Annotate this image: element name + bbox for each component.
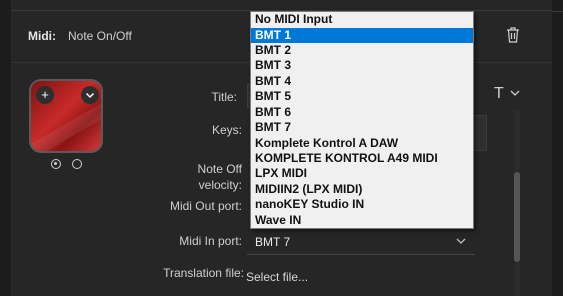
- dropdown-option[interactable]: BMT 2: [251, 43, 473, 58]
- keys-input[interactable]: [474, 115, 487, 151]
- page-radio-2[interactable]: [72, 159, 82, 169]
- midi-out-label: Midi Out port:: [169, 199, 242, 213]
- dropdown-option[interactable]: No MIDI Input: [251, 12, 473, 27]
- select-file-link[interactable]: Select file...: [246, 270, 308, 284]
- rail-divider: [552, 11, 563, 12]
- text-style-icon[interactable]: T: [494, 85, 504, 103]
- midi-label: Midi:: [28, 29, 56, 43]
- note-off-label-line1: Note Off: [197, 162, 242, 176]
- chevron-down-icon[interactable]: [510, 88, 520, 98]
- event-type-label: Note On/Off: [68, 29, 132, 43]
- translation-file-label: Translation file:: [163, 266, 244, 280]
- note-off-label-line2: velocity:: [198, 178, 242, 192]
- scrollbar-thumb[interactable]: [514, 172, 520, 262]
- chevron-down-icon: [85, 92, 95, 99]
- dropdown-option[interactable]: nanoKEY Studio IN: [251, 197, 473, 212]
- midi-in-select[interactable]: BMT 7: [247, 230, 475, 255]
- dropdown-option[interactable]: KOMPLETE KONTROL A49 MIDI: [251, 151, 473, 166]
- dropdown-option[interactable]: BMT 4: [251, 74, 473, 89]
- dropdown-option[interactable]: MIDIIN2 (LPX MIDI): [251, 182, 473, 197]
- button-icon-tile[interactable]: +: [29, 79, 103, 153]
- midi-input-dropdown-list[interactable]: No MIDI Input BMT 1 BMT 2 BMT 3 BMT 4 BM…: [250, 11, 474, 229]
- dropdown-option[interactable]: Komplete Kontrol A DAW: [251, 136, 473, 151]
- trash-icon[interactable]: [505, 26, 521, 44]
- dropdown-option-selected[interactable]: BMT 1: [251, 28, 473, 43]
- dropdown-option[interactable]: Wave IN: [251, 213, 473, 228]
- dropdown-option[interactable]: BMT 6: [251, 105, 473, 120]
- page-radio-1[interactable]: [51, 159, 61, 169]
- midi-in-label: Midi In port:: [179, 234, 242, 248]
- dropdown-option[interactable]: LPX MIDI: [251, 166, 473, 181]
- keys-label: Keys:: [211, 123, 242, 137]
- chevron-down-icon: [456, 238, 466, 244]
- midi-in-value: BMT 7: [255, 235, 291, 249]
- add-icon[interactable]: +: [36, 86, 54, 104]
- title-label: Title:: [211, 90, 237, 104]
- dropdown-option[interactable]: BMT 3: [251, 58, 473, 73]
- dropdown-option[interactable]: BMT 5: [251, 89, 473, 104]
- dropdown-option[interactable]: BMT 7: [251, 120, 473, 135]
- tile-menu-chevron-icon[interactable]: [81, 86, 99, 104]
